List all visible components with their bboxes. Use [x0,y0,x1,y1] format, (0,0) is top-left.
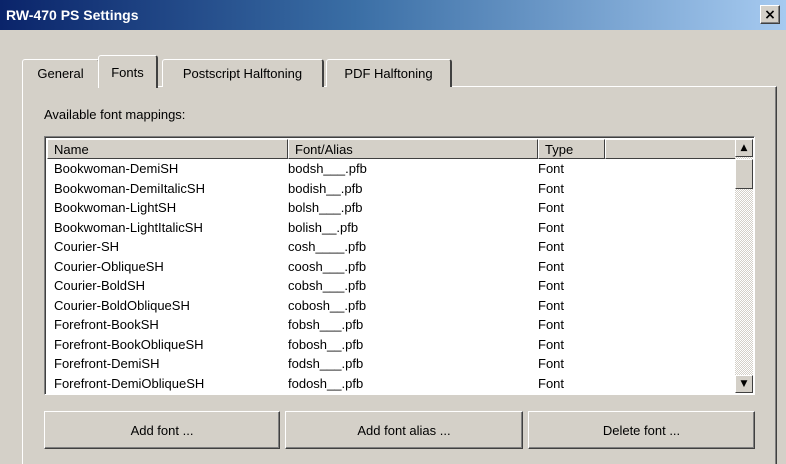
font-type-cell: Font [538,356,565,371]
font-type-cell: Font [538,317,565,332]
close-button[interactable]: × [760,5,780,24]
scrollbar-thumb[interactable] [735,159,753,189]
list-item[interactable]: Courier-BoldObliqueSH cobosh__.pfb Font [47,296,734,316]
list-item[interactable]: Forefront-DemiObliqueSH fodosh__.pfb Font [47,374,734,394]
font-type-cell: Font [538,258,565,274]
scroll-up-button[interactable]: ▲ [735,139,753,157]
font-name-cell: Bookwoman-DemiItalicSH [54,180,205,196]
close-icon: × [764,6,776,23]
font-type-cell: Font [538,297,565,313]
column-header-name[interactable]: Name [47,139,288,159]
font-alias-cell: cobosh__.pfb [288,297,367,313]
column-header-extra[interactable] [605,139,736,159]
chevron-up-icon: ▲ [740,142,748,153]
font-type-cell: Font [538,239,565,254]
tab-pdf-halftoning-label: PDF Halftoning [344,66,433,81]
list-item[interactable]: Bookwoman-LightItalicSH bolish__.pfb Font [47,218,734,238]
font-name-cell: Courier-BoldSH [54,278,146,293]
list-item[interactable]: Bookwoman-DemiSH bodsh___.pfb Font [47,159,734,179]
tab-pdf-halftoning[interactable]: PDF Halftoning [326,59,452,87]
tab-fonts-label: Fonts [111,64,144,80]
font-alias-cell: fobosh__.pfb [288,336,364,352]
font-type-cell: Font [538,200,565,215]
font-type-cell: Font [538,278,565,293]
font-type-cell: Font [538,336,565,352]
font-name-cell: Bookwoman-LightItalicSH [54,219,203,235]
font-alias-cell: cosh____.pfb [288,239,367,254]
window-title: RW-470 PS Settings [6,7,139,23]
vertical-scrollbar[interactable]: ▲ ▼ [735,139,753,393]
column-header-type[interactable]: Type [538,139,605,159]
font-type-cell: Font [538,180,565,196]
list-item[interactable]: Courier-SH cosh____.pfb Font [47,237,734,257]
font-name-cell: Forefront-DemiObliqueSH [54,375,205,391]
tab-postscript-halftoning[interactable]: Postscript Halftoning [162,59,324,87]
available-font-mappings-label: Available font mappings: [44,107,186,122]
font-alias-cell: bodsh___.pfb [288,161,367,176]
delete-font-button[interactable]: Delete font ... [528,411,755,449]
font-name-cell: Bookwoman-DemiSH [54,161,179,176]
font-name-cell: Courier-ObliqueSH [54,258,164,274]
tab-postscript-halftoning-label: Postscript Halftoning [182,66,303,81]
tab-fonts[interactable]: Fonts [98,55,158,88]
add-font-button[interactable]: Add font ... [44,411,280,449]
font-type-cell: Font [538,219,565,235]
font-mappings-list[interactable]: Name Font/Alias Type Bookwoman-DemiSH bod… [44,136,755,395]
list-rows: Bookwoman-DemiSH bodsh___.pfb Font Bookwoma… [47,159,734,394]
list-item[interactable]: Forefront-BookObliqueSH fobosh__.pfb Font [47,335,734,355]
list-item[interactable]: Courier-ObliqueSH coosh___.pfb Font [47,257,734,277]
tab-general-label: General [37,66,84,81]
scroll-down-button[interactable]: ▼ [735,375,753,393]
column-header-font-alias[interactable]: Font/Alias [288,139,538,159]
font-name-cell: Forefront-BookObliqueSH [54,336,204,352]
font-name-cell: Courier-SH [54,239,120,254]
font-alias-cell: fobsh___.pfb [288,317,364,332]
font-alias-cell: bodish__.pfb [288,180,363,196]
list-item[interactable]: Courier-BoldSH cobsh___.pfb Font [47,276,734,296]
font-name-cell: Courier-BoldObliqueSH [54,297,190,313]
font-alias-cell: bolsh___.pfb [288,200,363,215]
font-type-cell: Font [538,161,565,176]
font-type-cell: Font [538,375,565,391]
font-name-cell: Bookwoman-LightSH [54,200,177,215]
font-alias-cell: bolish__.pfb [288,219,359,235]
tab-general[interactable]: General [22,59,100,87]
chevron-down-icon: ▼ [740,378,748,389]
font-alias-cell: cobsh___.pfb [288,278,367,293]
list-item[interactable]: Bookwoman-DemiItalicSH bodish__.pfb Font [47,179,734,199]
title-bar: RW-470 PS Settings × [0,0,786,30]
font-alias-cell: fodsh___.pfb [288,356,364,371]
add-font-alias-button[interactable]: Add font alias ... [285,411,523,449]
list-item[interactable]: Forefront-BookSH fobsh___.pfb Font [47,315,734,335]
list-item[interactable]: Bookwoman-LightSH bolsh___.pfb Font [47,198,734,218]
list-header: Name Font/Alias Type [47,139,736,159]
list-item[interactable]: Forefront-DemiSH fodsh___.pfb Font [47,354,734,374]
font-alias-cell: fodosh__.pfb [288,375,364,391]
font-name-cell: Forefront-BookSH [54,317,159,332]
font-name-cell: Forefront-DemiSH [54,356,160,371]
font-alias-cell: coosh___.pfb [288,258,367,274]
